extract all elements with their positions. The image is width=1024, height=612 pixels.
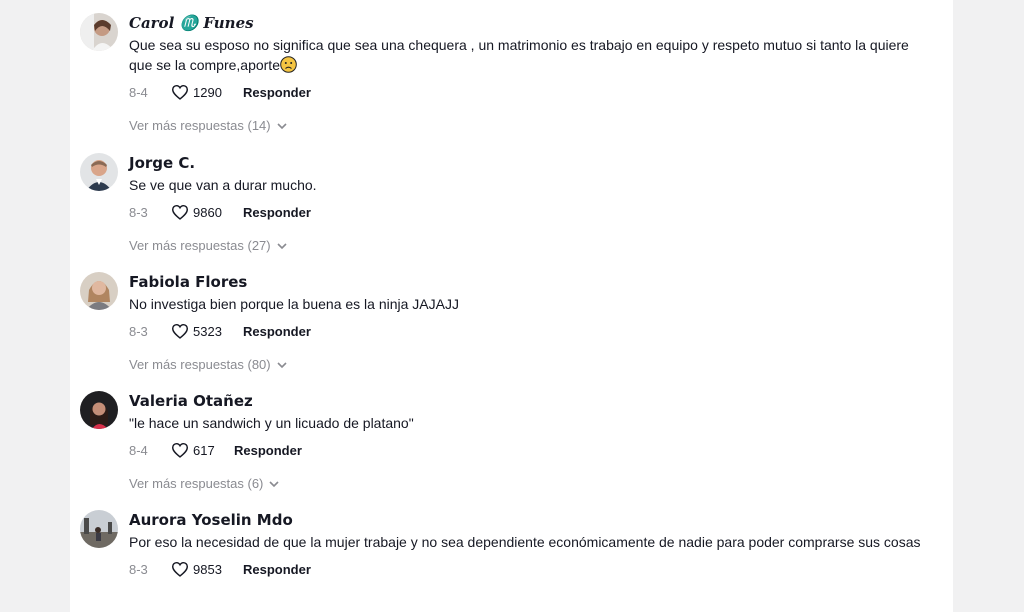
heart-outline-icon [171,204,189,220]
like-count: 1290 [193,84,222,100]
reply-button[interactable]: Responder [243,85,311,100]
avatar[interactable] [80,272,118,310]
comment-date: 8-4 [129,442,148,458]
view-more-replies-button[interactable]: Ver más respuestas (14) [129,118,929,133]
comment-date: 8-3 [129,204,148,220]
like-button[interactable]: 9853 [171,561,243,577]
like-count: 9860 [193,204,222,220]
avatar[interactable] [80,153,118,191]
view-more-replies-button[interactable]: Ver más respuestas (27) [129,238,929,253]
avatar[interactable] [80,391,118,429]
comment-author[interactable]: Valeria Otañez [129,391,929,411]
heart-outline-icon [171,561,189,577]
avatar[interactable] [80,510,118,548]
chevron-down-icon [277,357,287,372]
like-count: 5323 [193,323,222,339]
view-more-replies-button[interactable]: Ver más respuestas (80) [129,357,929,372]
like-button[interactable]: 1290 [171,84,243,100]
like-button[interactable]: 9860 [171,204,243,220]
comment-text: Se ve que van a durar mucho. [129,177,317,193]
view-more-replies-label: Ver más respuestas (6) [129,476,264,491]
comment-author[interactable]: Jorge C. [129,153,929,173]
comment-text: Por eso la necesidad de que la mujer tra… [129,534,921,550]
like-button[interactable]: 617 [171,442,234,458]
comment-date: 8-3 [129,323,148,339]
reply-button[interactable]: Responder [234,443,302,458]
comment-date: 8-3 [129,561,148,577]
comment-text: "le hace un sandwich y un licuado de pla… [129,415,414,431]
heart-outline-icon [171,442,189,458]
comment-author[interactable]: Aurora Yoselin Mdo [129,510,929,530]
comment-text: No investiga bien porque la buena es la … [129,296,459,312]
comment-meta: 8-4 617 Responder [129,441,929,459]
comment-author[interactable]: Carol ♏ Funes [129,13,929,33]
comment-meta: 8-3 9860 Responder [129,203,929,221]
comment-author[interactable]: Fabiola Flores [129,272,929,292]
reply-button[interactable]: Responder [243,562,311,577]
like-button[interactable]: 5323 [171,323,243,339]
comment-meta: 8-3 9853 Responder [129,560,929,578]
reply-button[interactable]: Responder [243,324,311,339]
comment-meta: 8-3 5323 Responder [129,322,929,340]
view-more-replies-label: Ver más respuestas (14) [129,118,271,133]
frowning-face-emoji-icon [280,56,297,73]
like-count: 617 [193,442,215,458]
view-more-replies-button[interactable]: Ver más respuestas (6) [129,476,929,491]
like-count: 9853 [193,561,222,577]
heart-outline-icon [171,84,189,100]
comment-date: 8-4 [129,84,148,100]
avatar[interactable] [80,13,118,51]
chevron-down-icon [277,238,287,253]
view-more-replies-label: Ver más respuestas (27) [129,238,271,253]
reply-button[interactable]: Responder [243,205,311,220]
chevron-down-icon [269,476,279,491]
view-more-replies-label: Ver más respuestas (80) [129,357,271,372]
comment-text: Que sea su esposo no significa que sea u… [129,37,909,73]
heart-outline-icon [171,323,189,339]
chevron-down-icon [277,118,287,133]
comment-meta: 8-4 1290 Responder [129,83,929,101]
